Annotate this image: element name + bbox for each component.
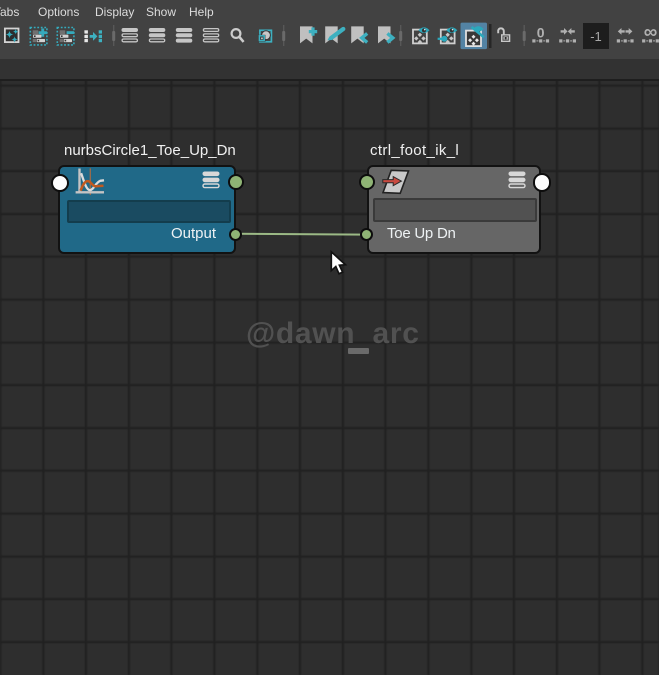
- svg-text:-1: -1: [590, 29, 602, 44]
- svg-text:0: 0: [537, 24, 545, 40]
